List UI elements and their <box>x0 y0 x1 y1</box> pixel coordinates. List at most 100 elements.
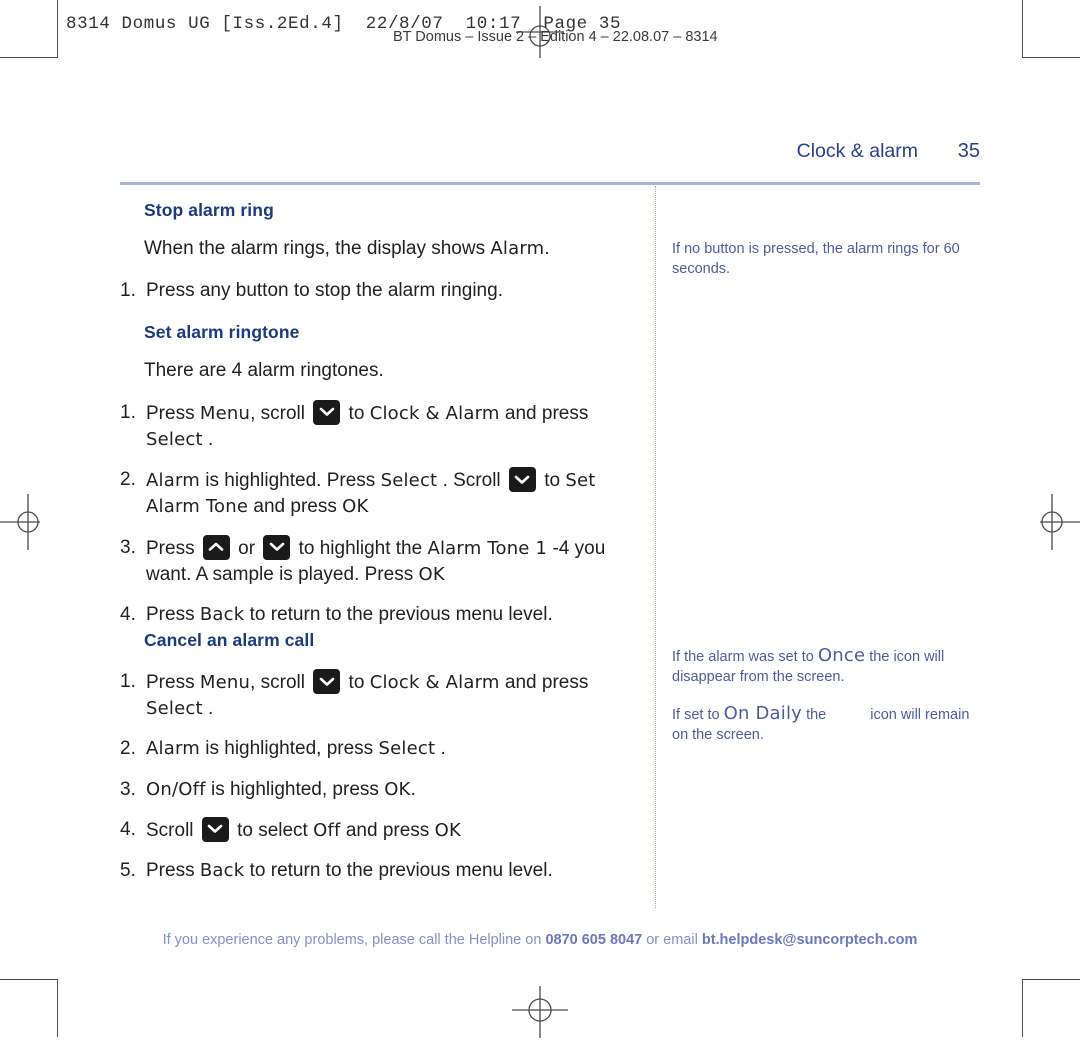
device-label: Select <box>146 428 203 450</box>
down-arrow-key-icon[interactable] <box>313 669 341 694</box>
step-list: 1. Press Menu, scroll to Clock & Alarm an… <box>120 669 640 884</box>
step-number: 1. <box>120 671 136 692</box>
device-label: Select <box>380 470 438 492</box>
device-label: Once <box>817 645 866 666</box>
step-text: , scroll <box>250 402 311 424</box>
step-text: and press <box>248 496 343 518</box>
side-note-paragraph: If set to On Daily the icon will remain … <box>672 702 972 746</box>
footer-phone-number: 0870 605 8047 <box>545 932 643 948</box>
step-text: . <box>410 778 416 800</box>
step-text: to return to the previous menu level. <box>244 860 553 882</box>
step-item: 4. Scroll to select Off and press OK <box>120 816 640 844</box>
step-body: Scroll to select Off and press OK <box>146 816 461 842</box>
step-item: 3. Press or to highlight the Alarm Tone 1… <box>120 534 640 588</box>
page-section-title: Clock & alarm <box>796 140 918 162</box>
step-text: , scroll <box>250 672 311 693</box>
step-text: the <box>802 706 831 723</box>
device-label: OK <box>434 819 461 841</box>
step-body: Press Back to return to the previous men… <box>146 604 553 625</box>
step-number: 3. <box>120 778 136 800</box>
step-text: or <box>232 537 261 559</box>
device-label: Alarm <box>146 738 200 760</box>
step-text: . <box>202 428 214 450</box>
step-number: 4. <box>120 604 136 625</box>
step-number: 2. <box>120 738 136 760</box>
device-label: Clock & Alarm <box>369 672 500 693</box>
step-list: 1. Press any button to stop the alarm rin… <box>120 278 640 304</box>
device-label: Alarm Tone 1 <box>427 537 548 559</box>
section-heading: Stop alarm ring <box>144 200 274 220</box>
device-label: Off <box>313 819 341 841</box>
step-text: to select <box>231 819 314 841</box>
step-text: If no button is pressed, the alarm rings… <box>672 241 964 277</box>
step-text: If the alarm was set to <box>672 649 818 665</box>
device-label: Alarm <box>490 238 545 259</box>
step-item: 2. Alarm is highlighted. Press Select . S… <box>120 467 640 520</box>
step-text: Press <box>146 672 200 693</box>
step-text: to <box>343 672 370 693</box>
content-section: Stop alarm ring When the alarm rings, the… <box>120 200 640 318</box>
footer-email-address: bt.helpdesk@suncorptech.com <box>701 932 918 948</box>
step-body: Press any button to stop the alarm ringi… <box>146 280 503 301</box>
side-note: If the alarm was set to Once the icon wi… <box>672 644 972 760</box>
step-body: Alarm is highlighted. Press Select . Scr… <box>146 467 601 518</box>
step-text: to <box>343 402 370 424</box>
footer-lead-text: If you experience any problems, please c… <box>162 932 546 948</box>
step-text: is highlighted. Press <box>199 470 381 492</box>
device-label: OK <box>418 563 445 585</box>
step-text: to highlight the <box>293 537 428 559</box>
down-arrow-key-icon[interactable] <box>263 534 291 560</box>
side-note-paragraph: If no button is pressed, the alarm rings… <box>672 240 972 279</box>
column-divider <box>655 186 656 908</box>
device-label: Alarm <box>146 470 200 492</box>
footer-middle-text: or email <box>642 932 702 948</box>
step-text: . <box>435 738 446 760</box>
content-section: Set alarm ringtone There are 4 alarm ring… <box>120 322 640 642</box>
step-text: . <box>202 698 214 720</box>
step-text: to return to the previous menu level. <box>244 604 553 625</box>
device-label: Select <box>378 738 436 760</box>
device-label: On/Off <box>146 778 206 800</box>
step-text: Press <box>146 860 200 882</box>
step-text: Scroll <box>146 819 199 841</box>
side-note-paragraph: If the alarm was set to Once the icon wi… <box>672 644 972 688</box>
side-note: If no button is pressed, the alarm rings… <box>672 240 972 293</box>
step-item: 3. On/Off is highlighted, press OK. <box>120 777 640 803</box>
device-label: Menu <box>199 402 251 424</box>
intro-tail: . <box>544 238 550 259</box>
step-body: Press Menu, scroll to Clock & Alarm and … <box>146 669 594 720</box>
page-footer: If you experience any problems, please c… <box>0 932 1080 948</box>
step-item: 1. Press Menu, scroll to Clock & Alarm an… <box>120 399 640 453</box>
step-text: Press <box>146 604 200 625</box>
down-arrow-key-icon[interactable] <box>313 399 341 425</box>
step-item: 2. Alarm is highlighted, press Select . <box>120 736 640 762</box>
device-label: OK <box>384 778 411 800</box>
step-item: 5. Press Back to return to the previous m… <box>120 858 640 884</box>
down-arrow-key-icon[interactable] <box>508 467 536 493</box>
step-text: and press <box>499 672 594 693</box>
device-label: Clock & Alarm <box>369 402 500 424</box>
device-label: Back <box>199 604 245 625</box>
crop-mark-bottom-right <box>1022 979 1080 1037</box>
device-label: Menu <box>199 672 251 693</box>
step-number: 3. <box>120 536 136 558</box>
crop-mark-bottom-left <box>0 979 58 1037</box>
crop-mark-top-left <box>0 0 58 58</box>
step-text: Press <box>146 537 200 559</box>
up-arrow-key-icon[interactable] <box>202 534 230 560</box>
step-body: Alarm is highlighted, press Select . <box>146 738 446 759</box>
step-number: 5. <box>120 860 136 882</box>
section-heading: Cancel an alarm call <box>144 630 315 650</box>
section-intro: When the alarm rings, the display shows … <box>144 237 640 262</box>
step-number: 2. <box>120 469 136 491</box>
step-text: and press <box>499 402 594 424</box>
step-body: Press or to highlight the Alarm Tone 1 -… <box>146 534 611 585</box>
device-label: On Daily <box>723 702 803 724</box>
step-body: Press Menu, scroll to Clock & Alarm and … <box>146 399 594 450</box>
step-text: to <box>538 470 566 492</box>
print-slug-subline: BT Domus – Issue 2 – Edition 4 – 22.08.0… <box>393 29 718 45</box>
step-item: 1. Press any button to stop the alarm rin… <box>120 278 640 304</box>
down-arrow-key-icon[interactable] <box>201 816 229 842</box>
intro-text: When the alarm rings, the display shows <box>144 238 491 259</box>
device-label: Select <box>146 698 203 720</box>
